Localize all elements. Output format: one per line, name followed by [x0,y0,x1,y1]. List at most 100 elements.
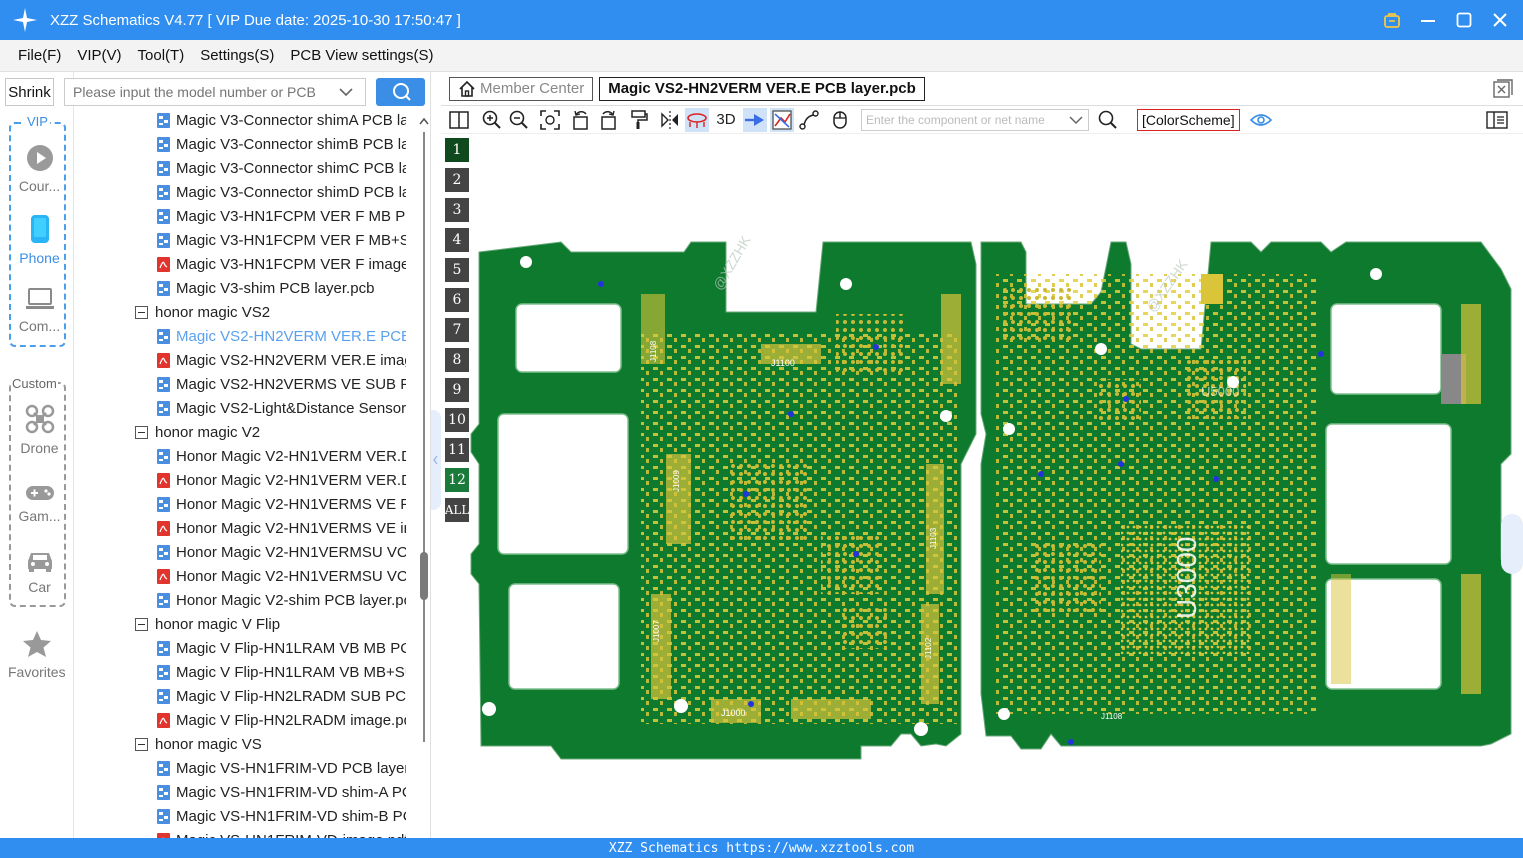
layer-button-8[interactable]: 8 [445,348,469,372]
layer-button-9[interactable]: 9 [445,378,469,402]
tree-file-item[interactable]: Honor Magic V2-HN1VERM VER.D image.pdf [157,468,406,492]
tree-scrollbar[interactable] [417,112,431,838]
maximize-icon[interactable] [1453,9,1475,31]
scroll-up-icon[interactable] [417,116,431,126]
mouse-icon[interactable] [828,108,852,132]
menu-bar: File(F) VIP(V) Tool(T) Settings(S) PCB V… [0,40,1523,72]
collapse-toggle-icon[interactable] [135,617,148,631]
measure-icon[interactable] [797,108,821,132]
layer-button-5[interactable]: 5 [445,258,469,282]
eye-icon[interactable] [1249,108,1273,132]
fit-view-icon[interactable] [538,108,562,132]
chevron-down-icon[interactable] [1069,115,1083,125]
rail-item-computer[interactable]: Com... [11,286,68,334]
rail-item-favorites[interactable]: Favorites [8,630,66,680]
collapse-toggle-icon[interactable] [135,305,148,319]
collapse-toggle-icon[interactable] [135,737,148,751]
zoom-in-icon[interactable] [480,108,504,132]
tree-file-item[interactable]: Magic V Flip-HN2LRADM image.pdf [157,708,406,732]
minimize-icon[interactable] [1417,9,1439,31]
scrollbar-thumb[interactable] [420,552,428,600]
rail-item-car[interactable]: Car [11,549,68,595]
rotate-right-icon[interactable] [596,108,620,132]
component-search-box[interactable]: Enter the component or net name [861,108,1089,131]
shrink-button[interactable]: Shrink [5,78,54,106]
panel-collapse-handle[interactable] [431,410,441,510]
select-arrow-icon[interactable] [743,107,767,132]
layer-button-12[interactable]: 12 [445,468,469,492]
menu-tool[interactable]: Tool(T) [138,47,185,64]
menu-settings[interactable]: Settings(S) [200,47,274,64]
layer-button-2[interactable]: 2 [445,168,469,192]
tree-file-item[interactable]: Honor Magic V2-HN1VERMSU VC image.pdf [157,564,406,588]
tree-group[interactable]: honor magic VS2 [135,300,406,324]
tree-file-item[interactable]: Honor Magic V2-HN1VERM VER.D PCB layer.p… [157,444,406,468]
close-tab-icon[interactable] [1493,79,1513,104]
tree-file-item[interactable]: Magic V3-Connector shimC PCB layer.pcb [157,156,406,180]
tree-file-item[interactable]: Magic VS2-HN2VERM VER.E PCB layer.pcb [157,324,406,348]
tree-file-item[interactable]: Magic V3-HN1FCPM VER F MB PCB layer.pcb [157,204,406,228]
tree-file-item[interactable]: Magic VS2-Light&Distance Sensor PCB laye… [157,396,406,420]
model-search-input[interactable] [73,84,339,100]
pcb-label-j1000: J1000 [721,708,746,718]
tree-file-item[interactable]: Magic V3-Connector shimA PCB layer.pcb [157,108,406,132]
rotate-left-icon[interactable] [569,108,593,132]
tree-group[interactable]: honor magic V2 [135,420,406,444]
search-button[interactable] [376,78,425,106]
chevron-down-icon[interactable] [339,87,353,97]
tree-file-item[interactable]: Magic V Flip-HN2LRADM SUB PCB layer.pcb [157,684,406,708]
split-view-icon[interactable] [447,108,471,132]
tree-file-item[interactable]: Honor Magic V2-HN1VERMS VE image.pdf [157,516,406,540]
paint-brush-icon[interactable] [627,108,651,132]
menu-vip[interactable]: VIP(V) [77,47,121,64]
rail-item-phone[interactable]: Phone [11,214,68,266]
tree-file-item[interactable]: Magic V3-Connector shimB PCB layer.pcb [157,132,406,156]
rail-item-courses[interactable]: Cour... [11,144,68,194]
tree-file-item[interactable]: Magic V3-Connector shimD PCB layer.pcb [157,180,406,204]
tree-file-item[interactable]: Magic V Flip-HN1LRAM VB MB+SUB PCB layer… [157,660,406,684]
layer-button-3[interactable]: 3 [445,198,469,222]
pcb-board-canvas[interactable]: J1100 J1108 J1009 J1007 J1000 J1103 J110… [441,134,1523,838]
tree-file-item[interactable]: Magic VS2-HN2VERM VER.E image.pdf [157,348,406,372]
tree-group[interactable]: honor magic VS [135,732,406,756]
tree-file-item[interactable]: Honor Magic V2-HN1VERMS VE PCB layer.pcb [157,492,406,516]
layer-button-4[interactable]: 4 [445,228,469,252]
menu-pcb-view-settings[interactable]: PCB View settings(S) [290,47,433,64]
component-search-icon[interactable] [1096,108,1120,132]
tree-group[interactable]: honor magic V Flip [135,612,406,636]
layer-button-10[interactable]: 10 [445,408,469,432]
tree-file-item[interactable]: Magic V3-shim PCB layer.pcb [157,276,406,300]
tab-member-center[interactable]: Member Center [449,76,594,101]
mirror-icon[interactable] [658,108,682,132]
layer-button-all[interactable]: ALL [445,498,469,522]
tree-file-item[interactable]: Honor Magic V2-HN1VERMSU VC PCB layer.pc… [157,540,406,564]
tree-file-item[interactable]: Magic VS2-HN2VERMS VE SUB PCB layer.pcb [157,372,406,396]
tree-file-item[interactable]: Magic VS-HN1FRIM-VD PCB layer.pcb [157,756,406,780]
close-icon[interactable] [1489,9,1511,31]
tree-file-item[interactable]: Magic V3-HN1FCPM VER F MB+SUB PCB layer.… [157,228,406,252]
vip-bag-icon[interactable] [1381,9,1403,31]
menu-file[interactable]: File(F) [18,47,61,64]
tree-file-item[interactable]: Magic V Flip-HN1LRAM VB MB PCB layer.pcb [157,636,406,660]
rail-item-game[interactable]: Gam... [11,484,68,524]
side-panel-icon[interactable] [1485,108,1509,132]
color-scheme-button[interactable]: [ColorScheme] [1137,108,1240,131]
tree-file-item[interactable]: Magic VS-HN1FRIM-VD shim-A PCB layer.pcb [157,780,406,804]
three-d-button[interactable]: 3D [712,108,740,132]
tab-pcb-file[interactable]: Magic VS2-HN2VERM VER.E PCB layer.pcb [599,76,925,101]
zoom-out-icon[interactable] [507,108,531,132]
tree-file-item[interactable]: Magic V3-HN1FCPM VER F image.pdf [157,252,406,276]
flip-board-icon[interactable] [685,107,709,132]
layer-button-1[interactable]: 1 [445,138,469,162]
model-search-box[interactable] [64,78,366,106]
net-highlight-icon[interactable] [770,107,794,132]
tree-file-item[interactable]: Magic VS-HN1FRIM-VD-image.pdf [157,828,406,838]
layer-button-7[interactable]: 7 [445,318,469,342]
pcb-label-j1009: J1009 [672,470,681,492]
tree-file-item[interactable]: Honor Magic V2-shim PCB layer.pcb [157,588,406,612]
tree-file-item[interactable]: Magic VS-HN1FRIM-VD shim-B PCB layer.pcb [157,804,406,828]
layer-button-6[interactable]: 6 [445,288,469,312]
layer-button-11[interactable]: 11 [445,438,469,462]
collapse-toggle-icon[interactable] [135,425,148,439]
rail-item-drone[interactable]: Drone [11,404,68,456]
